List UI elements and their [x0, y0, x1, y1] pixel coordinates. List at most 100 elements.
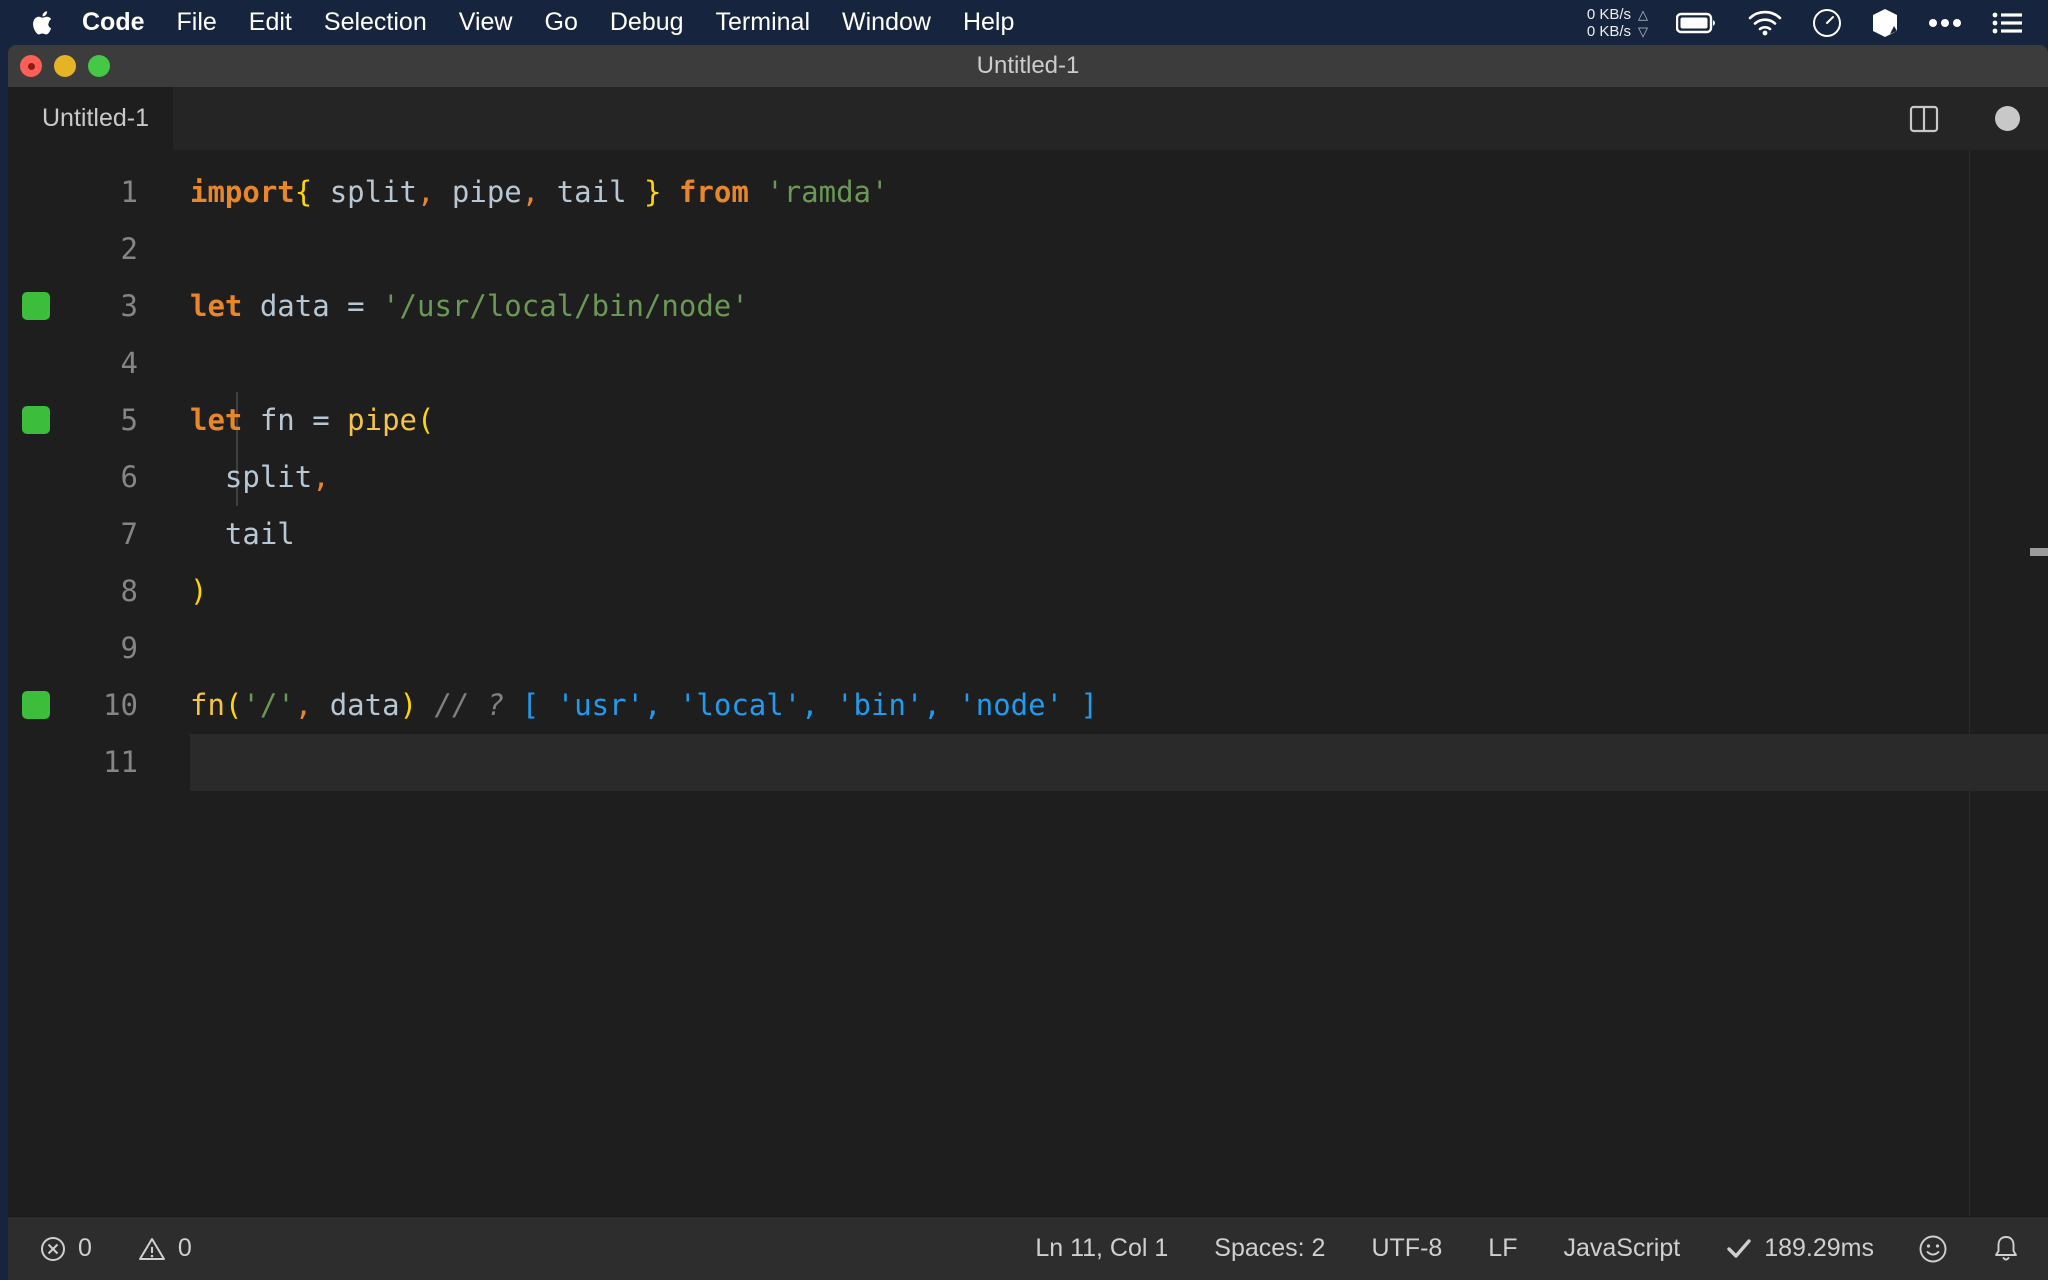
token-call-fn: fn	[190, 688, 225, 722]
menu-item-help[interactable]: Help	[963, 8, 1014, 37]
token-tail: tail	[539, 175, 645, 209]
indentation-status[interactable]: Spaces: 2	[1214, 1234, 1325, 1263]
token-assign: =	[347, 289, 383, 323]
code-line-1[interactable]: 1 import{ split, pipe, tail } from 'ramd…	[8, 164, 2048, 221]
token-var-fn: fn	[242, 403, 313, 437]
overview-ruler[interactable]	[2030, 150, 2048, 1216]
close-button[interactable]	[20, 55, 42, 77]
token-keyword-let: let	[190, 289, 243, 323]
code-line-9[interactable]: 9	[8, 620, 2048, 677]
git-added-marker[interactable]	[22, 292, 50, 320]
code-content: 1 import{ split, pipe, tail } from 'ramd…	[8, 150, 2048, 791]
status-bar: 0 0 Ln 11, Col 1 Spaces: 2 UTF-8 LF Java…	[8, 1216, 2048, 1280]
token-comment: // ?	[417, 688, 505, 722]
menu-item-go[interactable]: Go	[545, 8, 578, 37]
encoding-status[interactable]: UTF-8	[1371, 1234, 1442, 1263]
warnings-indicator[interactable]: 0	[138, 1234, 192, 1263]
download-speed: 0 KB/s	[1586, 22, 1631, 40]
window-title: Untitled-1	[976, 52, 1080, 79]
ellipsis-icon[interactable]	[1928, 18, 1962, 28]
editor-actions	[1853, 87, 2020, 150]
window-controls	[20, 45, 122, 87]
token-keyword-let: let	[190, 403, 243, 437]
editor-tabbar: Untitled-1	[8, 87, 2048, 150]
wifi-icon[interactable]	[1748, 10, 1782, 36]
code-line-6[interactable]: 6 split,	[8, 449, 2048, 506]
cube-icon[interactable]	[1872, 8, 1898, 38]
line-number: 6	[120, 460, 138, 494]
warning-count: 0	[177, 1234, 192, 1262]
split-editor-icon[interactable]	[1909, 104, 1939, 134]
line-source: let data = '/usr/local/bin/node'	[190, 278, 749, 335]
token-paren-close: )	[190, 574, 208, 608]
menu-item-file[interactable]: File	[177, 8, 217, 37]
code-line-2[interactable]: 2	[8, 221, 2048, 278]
window-titlebar: Untitled-1	[8, 45, 2048, 87]
token-comma-1: ,	[417, 175, 435, 209]
smiley-icon[interactable]	[1918, 1234, 1948, 1264]
tab-untitled-1[interactable]: Untitled-1	[8, 87, 173, 150]
menu-item-terminal[interactable]: Terminal	[716, 8, 810, 37]
token-comma: ,	[294, 688, 313, 722]
token-path-string: '/usr/local/bin/node'	[382, 289, 749, 323]
code-line-3[interactable]: 3 let data = '/usr/local/bin/node'	[8, 278, 2048, 335]
line-number: 1	[120, 175, 138, 209]
clock-gauge-icon[interactable]	[1812, 8, 1842, 38]
token-arg-data: data	[312, 688, 400, 722]
menu-item-code[interactable]: Code	[82, 8, 145, 37]
cursor-position-status[interactable]: Ln 11, Col 1	[1035, 1234, 1168, 1263]
line-number: 7	[120, 517, 138, 551]
inline-result-value: [ 'usr', 'local', 'bin', 'node' ]	[504, 688, 1098, 722]
git-added-marker[interactable]	[22, 691, 50, 719]
line-ending-status[interactable]: LF	[1488, 1234, 1517, 1263]
code-line-5[interactable]: 5 let fn = pipe(	[8, 392, 2048, 449]
unsaved-indicator-dot[interactable]	[1995, 106, 2020, 131]
menu-item-view[interactable]: View	[459, 8, 513, 37]
zoom-button[interactable]	[88, 55, 110, 77]
line-number: 2	[120, 232, 138, 266]
code-line-4[interactable]: 4	[8, 335, 2048, 392]
warning-triangle-icon	[138, 1236, 166, 1262]
line-source: )	[190, 563, 207, 620]
menu-item-selection[interactable]: Selection	[324, 8, 427, 37]
token-paren-open: (	[224, 688, 243, 722]
token-comma: ,	[312, 460, 330, 494]
line-number: 8	[120, 574, 138, 608]
git-added-marker[interactable]	[22, 406, 50, 434]
menubar-status-area: 0 KB/s 0 KB/s △ ▽	[1587, 6, 2022, 40]
code-editor[interactable]: 1 import{ split, pipe, tail } from 'ramd…	[8, 150, 2048, 1216]
line-source: tail	[190, 506, 295, 563]
line-number: 11	[103, 745, 138, 779]
run-time-status[interactable]: 189.29ms	[1726, 1234, 1874, 1263]
checkmark-icon	[1726, 1238, 1752, 1260]
menu-item-debug[interactable]: Debug	[610, 8, 684, 37]
line-source: import{ split, pipe, tail } from 'ramda'	[190, 164, 888, 221]
line-source: fn('/', data) // ? [ 'usr', 'local', 'bi…	[190, 677, 1098, 734]
token-assign: =	[312, 403, 348, 437]
line-number: 9	[120, 631, 138, 665]
menu-item-edit[interactable]: Edit	[249, 8, 292, 37]
list-menu-icon[interactable]	[1992, 11, 2022, 35]
token-comma-2: ,	[521, 175, 540, 209]
menu-item-window[interactable]: Window	[842, 8, 931, 37]
language-mode-status[interactable]: JavaScript	[1563, 1234, 1680, 1263]
token-keyword-from: from	[661, 175, 767, 209]
token-var-data: data	[242, 289, 348, 323]
code-line-7[interactable]: 7 tail	[8, 506, 2048, 563]
upload-speed: 0 KB/s	[1586, 5, 1631, 23]
triangle-down-icon: ▽	[1638, 23, 1648, 39]
code-line-10[interactable]: 10 fn('/', data) // ? [ 'usr', 'local', …	[8, 677, 2048, 734]
token-paren-open: (	[417, 403, 435, 437]
macos-menu-bar: Code File Edit Selection View Go Debug T…	[0, 0, 2048, 45]
problems-indicator[interactable]: 0	[40, 1234, 92, 1263]
minimize-button[interactable]	[54, 55, 76, 77]
apple-logo-icon[interactable]	[32, 9, 56, 37]
network-speed-indicator[interactable]: 0 KB/s 0 KB/s △ ▽	[1587, 6, 1648, 40]
current-line-highlight	[190, 734, 2048, 791]
battery-icon[interactable]	[1676, 11, 1718, 35]
bell-icon[interactable]	[1992, 1234, 2020, 1264]
code-line-11[interactable]: 11	[8, 734, 2048, 791]
token-arg-split: split	[190, 460, 313, 494]
error-count: 0	[78, 1234, 92, 1262]
code-line-8[interactable]: 8 )	[8, 563, 2048, 620]
